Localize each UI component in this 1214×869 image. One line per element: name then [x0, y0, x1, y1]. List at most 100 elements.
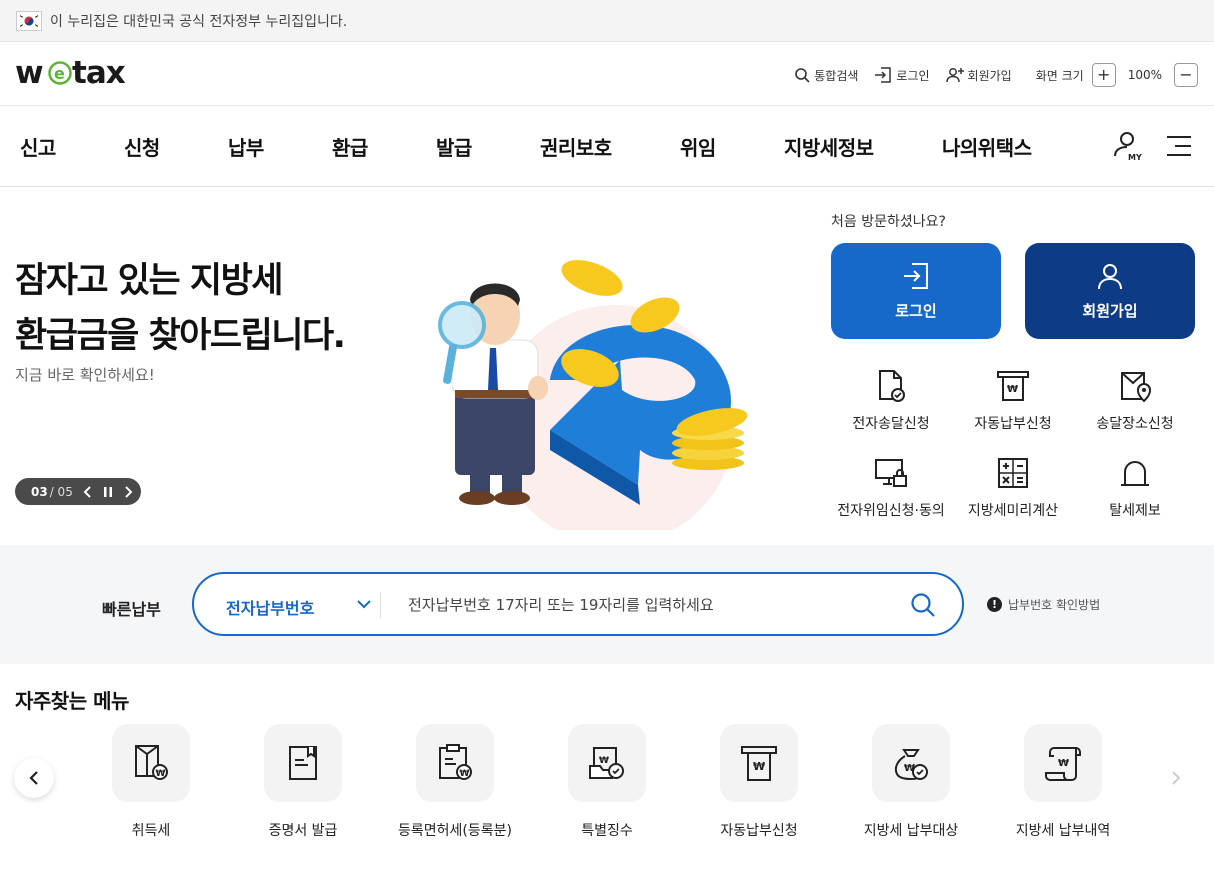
- registration-license-tax-label: 등록면허세(등록분): [398, 823, 512, 839]
- pause-icon[interactable]: [103, 486, 113, 498]
- quick-delivery-address[interactable]: 송달장소신청: [1075, 369, 1195, 433]
- frequent-item-certificate[interactable]: 증명서 발급: [227, 724, 379, 840]
- nav-item-issue[interactable]: 발급: [436, 132, 472, 161]
- add-user-icon: [945, 68, 964, 83]
- frequent-item-registration-license-tax[interactable]: ₩ 등록면허세(등록분): [379, 724, 531, 840]
- clipboard-won-icon: ₩: [439, 744, 472, 780]
- nav-item-local-tax-info[interactable]: 지방세정보: [784, 132, 874, 161]
- prev-slide-icon[interactable]: [83, 485, 93, 498]
- nav-item-apply[interactable]: 신청: [124, 132, 160, 161]
- svg-text:₩: ₩: [1058, 758, 1069, 769]
- search-icon[interactable]: [910, 592, 936, 618]
- divider: [380, 592, 381, 618]
- envelope-pin-icon: [1121, 372, 1152, 403]
- nav-item-delegation[interactable]: 위임: [680, 132, 716, 161]
- svg-text:₩: ₩: [1007, 384, 1018, 395]
- hero-illustration: [438, 260, 748, 530]
- quick-tax-calculator-label: 지방세미리계산: [967, 503, 1059, 519]
- exclamation-icon: !: [987, 597, 1002, 612]
- wetax-logo[interactable]: w e tax: [15, 54, 135, 90]
- quick-tax-evasion-report-label: 탈세제보: [1109, 503, 1161, 519]
- document-won-icon: ₩: [135, 745, 168, 780]
- chevron-left-icon: [29, 771, 38, 785]
- atm-receipt-icon: ₩: [997, 371, 1029, 401]
- quick-tax-evasion-report[interactable]: 탈세제보: [1075, 456, 1195, 520]
- frequent-menu-title: 자주찾는 메뉴: [15, 689, 129, 713]
- frequent-item-auto-pay[interactable]: ₩ 자동납부신청: [683, 724, 835, 840]
- hamburger-menu-icon[interactable]: [1166, 134, 1192, 158]
- header: w e tax 통합검색 로그인 회원가입 화면 크기 + 100% −: [0, 42, 1214, 106]
- nav-item-rights[interactable]: 권리보호: [540, 132, 612, 161]
- nav-item-pay[interactable]: 납부: [228, 132, 264, 161]
- svg-text:₩: ₩: [599, 756, 609, 766]
- quick-e-delegation-label: 전자위임신청·동의: [837, 503, 945, 519]
- integrated-search-link[interactable]: 통합검색: [794, 67, 858, 84]
- hero-subtitle: 지금 바로 확인하세요!: [15, 366, 155, 384]
- login-button-label: 로그인: [895, 301, 937, 320]
- frequent-item-payment-targets[interactable]: ₩ 지방세 납부대상: [835, 724, 987, 840]
- quick-e-delegation[interactable]: 전자위임신청·동의: [831, 456, 951, 520]
- zoom-out-button[interactable]: −: [1174, 63, 1198, 87]
- svg-text:tax: tax: [72, 55, 126, 90]
- money-bag-check-icon: ₩: [894, 749, 928, 781]
- auto-pay-tile: ₩: [720, 724, 798, 802]
- join-button[interactable]: 회원가입: [1025, 243, 1195, 339]
- quick-delivery-address-label: 송달장소신청: [1096, 416, 1174, 432]
- payment-history-label: 지방세 납부내역: [1015, 823, 1111, 839]
- hero-title: 잠자고 있는 지방세 환급금을 찾아드립니다.: [15, 254, 346, 364]
- quick-tax-calculator[interactable]: 지방세미리계산: [953, 456, 1073, 520]
- quick-e-delivery[interactable]: 전자송달신청: [831, 369, 951, 433]
- special-collection-tile: ₩: [568, 724, 646, 802]
- frequent-item-payment-history[interactable]: ₩ 지방세 납부내역: [987, 724, 1139, 840]
- fast-pay-section: 빠른납부 전자납부번호 ! 납부번호 확인방법: [0, 545, 1214, 664]
- monitor-lock-icon: [875, 459, 907, 487]
- zoom-label: 화면 크기: [1035, 68, 1084, 83]
- zoom-in-button[interactable]: +: [1091, 63, 1116, 87]
- join-link[interactable]: 회원가입: [945, 67, 1012, 84]
- svg-text:w: w: [15, 55, 43, 90]
- login-button[interactable]: 로그인: [831, 243, 1001, 339]
- registration-license-tax-tile: ₩: [416, 724, 494, 802]
- calculator-icon: [998, 458, 1028, 488]
- nav-item-report[interactable]: 신고: [20, 132, 56, 161]
- acquisition-tax-label: 취득세: [131, 823, 171, 839]
- my-page-icon[interactable]: MY: [1112, 130, 1144, 162]
- document-check-icon: [879, 370, 905, 402]
- payment-number-input[interactable]: [408, 594, 888, 616]
- frequent-prev-button[interactable]: [14, 758, 54, 798]
- certificate-tile: [264, 724, 342, 802]
- hero-title-line1: 잠자고 있는 지방세: [15, 261, 283, 301]
- svg-text:₩: ₩: [156, 769, 166, 779]
- certificate-icon: [289, 746, 317, 780]
- quick-auto-pay-label: 자동납부신청: [974, 416, 1052, 432]
- login-icon: [904, 262, 928, 289]
- join-button-label: 회원가입: [1082, 301, 1138, 320]
- acquisition-tax-tile: ₩: [112, 724, 190, 802]
- integrated-search-label: 통합검색: [814, 68, 859, 83]
- gov-banner-text: 이 누리집은 대한민국 공식 전자정부 누리집입니다.: [50, 13, 348, 30]
- nav-item-refund[interactable]: 환급: [332, 132, 368, 161]
- hero-title-line2: 환급금을 찾아드립니다.: [15, 316, 346, 356]
- certificate-label: 증명서 발급: [268, 823, 338, 839]
- frequent-next-button[interactable]: [1156, 758, 1196, 798]
- payment-type-select[interactable]: 전자납부번호: [226, 595, 314, 619]
- quick-e-delivery-label: 전자송달신청: [852, 416, 930, 432]
- frequent-item-acquisition-tax[interactable]: ₩ 취득세: [75, 724, 227, 840]
- quick-auto-pay[interactable]: ₩ 자동납부신청: [953, 369, 1073, 433]
- frequent-item-special-collection[interactable]: ₩ 특별징수: [531, 724, 683, 840]
- special-collection-label: 특별징수: [581, 823, 633, 839]
- siren-icon: [1121, 461, 1149, 486]
- payment-number-help-link[interactable]: ! 납부번호 확인방법: [987, 596, 1100, 613]
- payment-number-help-label: 납부번호 확인방법: [1008, 598, 1101, 612]
- next-slide-icon[interactable]: [123, 485, 133, 498]
- atm-receipt-icon: ₩: [741, 746, 777, 781]
- login-link[interactable]: 로그인: [874, 67, 930, 84]
- banner-pager: 03 / 05: [15, 478, 141, 505]
- login-link-label: 로그인: [896, 68, 930, 83]
- chevron-down-icon[interactable]: [356, 598, 372, 610]
- user-icon: [1098, 263, 1122, 289]
- nav-item-my-wetax[interactable]: 나의위택스: [942, 132, 1032, 161]
- main-nav: 신고 신청 납부 환급 발급 권리보호 위임 지방세정보 나의위택스: [0, 106, 1214, 187]
- svg-text:₩: ₩: [460, 769, 470, 779]
- pager-total: / 05: [49, 484, 73, 499]
